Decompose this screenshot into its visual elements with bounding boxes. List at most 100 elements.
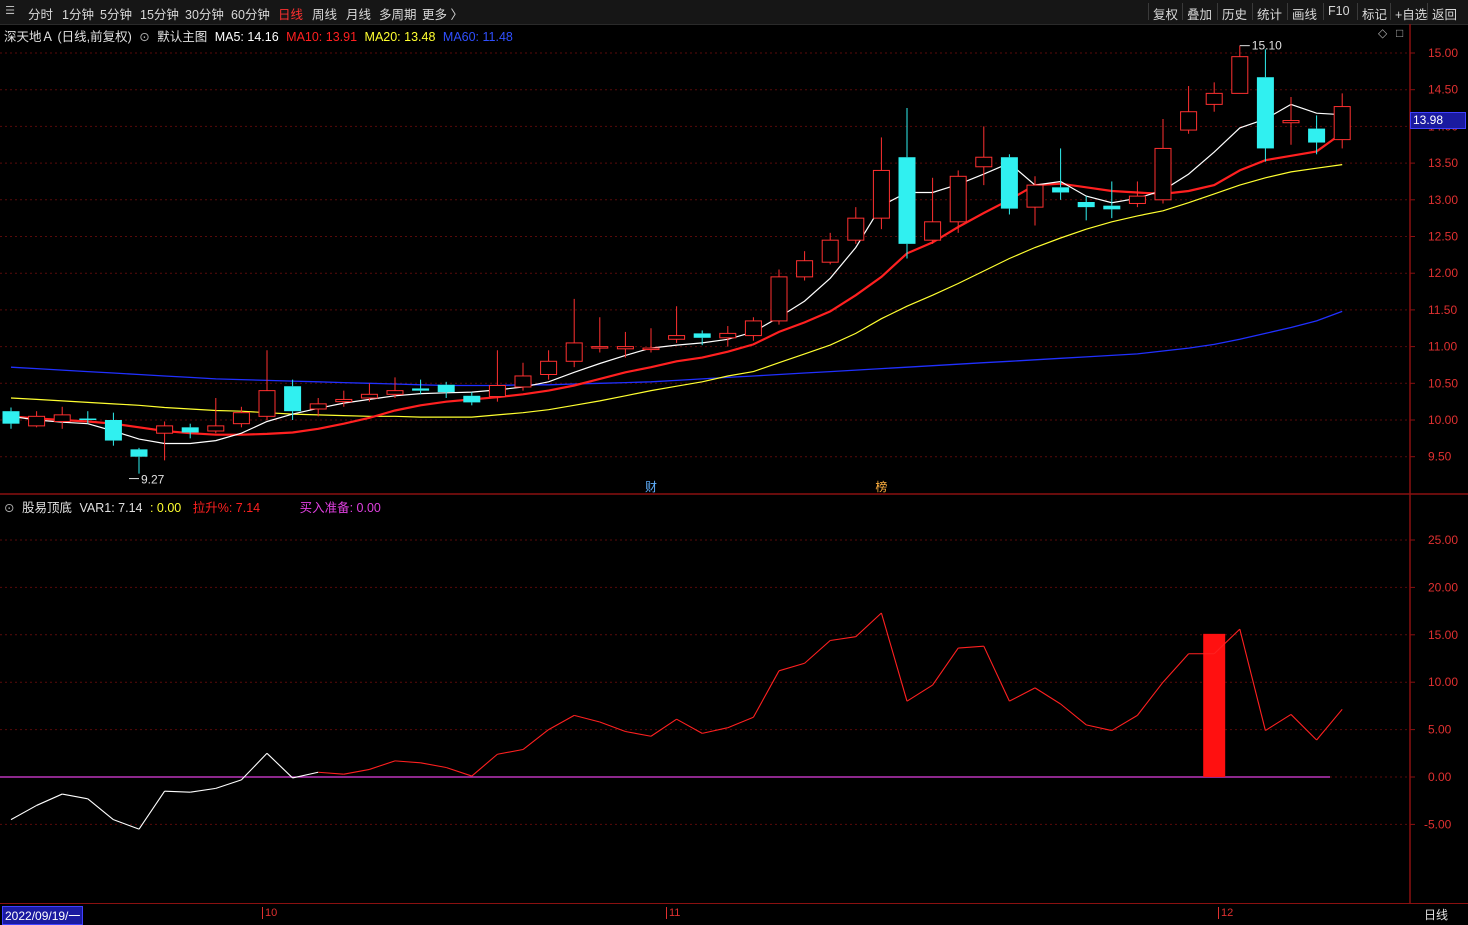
period-tab-9[interactable]: 多周期	[379, 4, 417, 23]
var1-segment	[522, 729, 549, 750]
var1-segment	[471, 753, 498, 777]
ma20-line	[10, 164, 1343, 418]
month-oct: 10	[262, 907, 277, 919]
indicator-tick-label: 15.00	[1428, 628, 1458, 642]
indicator-name[interactable]: 股易顶底	[22, 501, 72, 515]
var1-segment	[625, 730, 652, 737]
var1-segment	[599, 721, 626, 733]
candle-body	[1077, 202, 1095, 208]
toolbar-button-8[interactable]: 返回	[1432, 4, 1457, 23]
var1-segment	[702, 727, 728, 734]
period-tab-5[interactable]: 60分钟	[231, 4, 270, 23]
buy-prep-value: 买入准备: 0.00	[299, 501, 381, 515]
period-tab-6[interactable]: 日线	[278, 4, 303, 23]
candle-body	[53, 414, 71, 422]
kline-chart[interactable]: 15.0014.5014.0013.5013.0012.5012.0011.50…	[0, 0, 1468, 921]
period-tab-10[interactable]: 更多 〉	[422, 4, 463, 23]
period-tab-3[interactable]: 15分钟	[140, 4, 179, 23]
menu-icon[interactable]: ☰	[2, 3, 18, 19]
candle-body	[1052, 187, 1070, 193]
toolbar-separator	[1427, 3, 1428, 20]
indicator-tick-label: 0.00	[1428, 770, 1452, 784]
period-tab-4[interactable]: 30分钟	[185, 4, 224, 23]
main-chart-info: 深天地Ａ (日线,前复权) ⊙ 默认主图 MA5: 14.16 MA10: 13…	[4, 26, 517, 45]
date-axis: 2022/09/19/一 10 11 12 日线	[0, 903, 1468, 925]
candle-body	[360, 393, 378, 399]
period-tab-1[interactable]: 1分钟	[62, 4, 94, 23]
high-marker: 15.10	[1252, 39, 1282, 53]
event-marker: 榜	[875, 479, 887, 494]
toolbar-separator	[1357, 3, 1358, 20]
toolbar-button-7[interactable]: +自选	[1395, 4, 1427, 23]
var1-segment	[830, 636, 856, 642]
candle-body	[540, 360, 558, 375]
var1-segment	[752, 670, 780, 718]
var1-segment	[1111, 714, 1138, 732]
var1-segment	[87, 798, 114, 821]
candle-body	[335, 398, 353, 403]
var1-segment	[369, 760, 396, 770]
var1-segment	[1316, 708, 1343, 741]
var1-segment	[1136, 681, 1164, 716]
candle-body	[1103, 205, 1121, 210]
candle-body	[79, 418, 97, 421]
toolbar-button-1[interactable]: 叠加	[1187, 4, 1212, 23]
candle-body	[744, 320, 762, 337]
var1-segment	[1060, 703, 1087, 726]
toolbar-button-5[interactable]: F10	[1328, 4, 1350, 18]
ma10-line	[10, 132, 1343, 436]
start-date: 2022/09/19/一	[2, 906, 84, 925]
var1-segment	[1162, 653, 1190, 683]
var1-segment	[113, 819, 140, 830]
toolbar-button-2[interactable]: 历史	[1222, 4, 1247, 23]
price-tick-label: 15.00	[1428, 46, 1458, 60]
toolbar-button-3[interactable]: 统计	[1257, 4, 1282, 23]
month-nov: 11	[666, 907, 680, 919]
event-marker: 财	[645, 480, 657, 494]
candle-body	[898, 157, 916, 244]
month-dec: 12	[1218, 907, 1233, 919]
period-tab-0[interactable]: 分时	[28, 4, 53, 23]
candle-body	[1256, 77, 1274, 149]
var1-segment	[164, 790, 191, 793]
sub-chart-info: ⊙ 股易顶底 VAR1: 7.14 : 0.00 拉升%: 7.14 买入准备:…	[4, 497, 385, 516]
var1-segment	[292, 771, 319, 779]
candle-body	[924, 221, 942, 241]
candle-body	[719, 332, 737, 339]
ma20-value: MA20: 13.48	[364, 30, 436, 44]
indicator-tick-label: -5.00	[1424, 817, 1452, 831]
candle-body	[1282, 120, 1300, 124]
var1-segment	[778, 662, 805, 672]
var1-segment	[727, 716, 754, 729]
ma5-line	[10, 103, 1343, 445]
indicator-tick-label: 20.00	[1428, 580, 1458, 594]
price-tick-label: 14.50	[1428, 83, 1458, 97]
period-tab-7[interactable]: 周线	[312, 4, 337, 23]
candle-body	[1154, 147, 1172, 201]
chart-close-icon[interactable]: □	[1396, 26, 1403, 40]
toolbar-button-0[interactable]: 复权	[1153, 4, 1178, 23]
indicator-dropdown-icon[interactable]: ⊙	[4, 501, 14, 515]
ma60-value: MA60: 11.48	[442, 30, 513, 44]
period-tab-8[interactable]: 月线	[346, 4, 371, 23]
toolbar-separator	[1390, 3, 1391, 20]
candle-body	[258, 390, 276, 417]
var1-segment	[855, 612, 882, 638]
candle-body	[668, 335, 686, 340]
candle-body	[1026, 184, 1044, 208]
var1-segment	[1239, 628, 1266, 731]
dropdown-icon[interactable]: ⊙	[139, 30, 149, 44]
var1-segment	[62, 793, 88, 800]
var1-segment	[497, 748, 524, 755]
toolbar-button-6[interactable]: 标记	[1362, 4, 1387, 23]
template-name[interactable]: 默认主图	[157, 30, 207, 44]
toolbar-button-4[interactable]: 画线	[1292, 4, 1317, 23]
chart-settings-icon[interactable]: ◇	[1378, 26, 1387, 40]
var1-segment	[1213, 628, 1241, 655]
period-tab-2[interactable]: 5分钟	[100, 4, 132, 23]
candle-body	[309, 403, 327, 410]
period-label[interactable]: 日线	[1424, 906, 1448, 923]
candle-body	[514, 375, 532, 388]
price-tick-label: 9.50	[1428, 450, 1452, 464]
candle-body	[1180, 111, 1198, 131]
